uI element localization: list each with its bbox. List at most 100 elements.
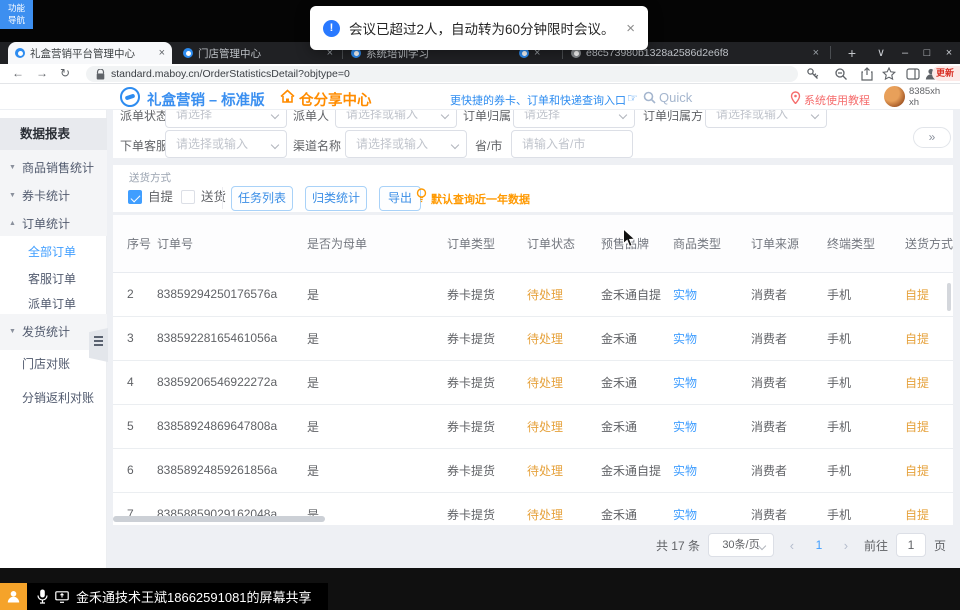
sidebar-item-card-stats[interactable]: ▼券卡统计 (0, 184, 107, 208)
dispatch-status-select[interactable]: 请选择 (165, 110, 287, 128)
window-close-icon[interactable]: × (936, 42, 960, 64)
col-is-parent: 是否为母单 (297, 215, 437, 272)
placeholder: 请选择 (524, 110, 560, 121)
sidebar-item-all-orders[interactable]: 全部订单 (0, 240, 107, 264)
back-icon[interactable]: ← (12, 66, 24, 80)
url-bar[interactable]: standard.maboy.cn/OrderStatisticsDetail?… (86, 66, 798, 82)
sidebar-item-dispatch-orders[interactable]: 派单订单 (0, 292, 107, 316)
filter-row-1: 派单状态 请选择 派单人 请选择或输入 订单归属 请选择 订单归属方 请选择或输… (113, 110, 953, 128)
tab-title: 礼盒营销平台管理中心 (30, 46, 154, 61)
user-avatar[interactable] (884, 86, 905, 107)
cell-order-no: 83858924869647808a (147, 404, 297, 448)
col-terminal-type: 终端类型 (817, 215, 895, 272)
sidebar-item-label: 门店对账 (22, 352, 70, 376)
self-pickup-label[interactable]: 自提 (148, 190, 173, 205)
chrome-update-button[interactable]: 更新 ⋮ (932, 66, 960, 81)
cell-order-no: 83859228165461056a (147, 316, 297, 360)
dispatcher-select[interactable]: 请选择或输入 (335, 110, 457, 128)
cell-product-type[interactable]: 实物 (663, 316, 741, 360)
tutorial-link[interactable]: 系统使用教程 (804, 92, 870, 108)
vertical-scrollbar[interactable] (947, 283, 951, 311)
cell: 是 (297, 404, 437, 448)
horizontal-scrollbar[interactable] (113, 516, 325, 522)
cell-product-type[interactable]: 实物 (663, 448, 741, 492)
filter-label: 派单状态 (120, 110, 168, 124)
filter-label: 渠道名称 (293, 137, 341, 154)
sidebar-item-label: 客服订单 (28, 267, 76, 291)
chevron-up-icon: ▲ (9, 212, 16, 236)
group-stats-button[interactable]: 归类统计 (305, 186, 367, 211)
cell-product-type[interactable]: 实物 (663, 360, 741, 404)
table-row[interactable]: 683858924859261856a是券卡提货待处理金禾通自提实物消费者手机自… (113, 448, 953, 492)
cell-status: 待处理 (517, 492, 591, 525)
forward-icon[interactable]: → (36, 66, 48, 80)
share-icon[interactable] (860, 67, 874, 81)
channel-name-select[interactable]: 请选择或输入 (345, 130, 467, 158)
person-icon (6, 589, 21, 604)
task-list-button[interactable]: 任务列表 (231, 186, 293, 211)
cell-product-type[interactable]: 实物 (663, 404, 741, 448)
current-page[interactable]: 1 (810, 538, 828, 552)
browser-tab-gift-admin[interactable]: 礼盒营销平台管理中心 × (8, 42, 172, 64)
password-key-icon[interactable] (806, 67, 820, 81)
share-center-link[interactable]: 仓分享中心 (299, 89, 372, 110)
order-owner-party-select[interactable]: 请选择或输入 (705, 110, 827, 128)
page-size-select[interactable]: 30条/页 (708, 533, 774, 557)
new-tab-button[interactable]: + (843, 44, 861, 62)
cell-product-type[interactable]: 实物 (663, 492, 741, 525)
next-page-icon[interactable]: › (836, 538, 856, 553)
table-row[interactable]: 583858924869647808a是券卡提货待处理金禾通实物消费者手机自提 (113, 404, 953, 448)
sidebar-collapse-handle[interactable] (89, 328, 108, 362)
col-product-type: 商品类型 (663, 215, 741, 272)
app-logo (120, 87, 140, 107)
delivery-checkbox[interactable] (181, 190, 195, 204)
cell-product-type[interactable]: 实物 (663, 272, 741, 316)
expand-filters-button[interactable]: » (913, 127, 951, 148)
quick-label[interactable]: Quick (659, 90, 692, 105)
placeholder: 请输入省/市 (522, 137, 585, 151)
cell: 6 (113, 448, 147, 492)
sidebar-item-order-stats[interactable]: ▲订单统计 (0, 212, 107, 236)
table-row[interactable]: 283859294250176576a是券卡提货待处理金禾通自提实物消费者手机自… (113, 272, 953, 316)
sidebar-item-rebate-reconcile[interactable]: 分销返利对账 (0, 386, 107, 410)
zoom-out-icon[interactable] (834, 67, 848, 81)
window-menu-icon[interactable]: ∨ (868, 42, 894, 64)
bottom-bar: 金禾通技术王斌18662591081的屏幕共享 (0, 568, 960, 610)
order-owner-select[interactable]: 请选择 (513, 110, 635, 128)
cell: 消费者 (741, 316, 817, 360)
cell: 手机 (817, 316, 895, 360)
cell: 手机 (817, 492, 895, 525)
sidebar-item-service-orders[interactable]: 客服订单 (0, 267, 107, 291)
cell-delivery: 自提 (895, 316, 953, 360)
side-panel-icon[interactable] (906, 67, 920, 81)
lightbulb-icon (416, 188, 427, 203)
toast-close-icon[interactable]: × (626, 20, 635, 37)
mouse-cursor (622, 228, 636, 248)
cell: 手机 (817, 360, 895, 404)
sharer-avatar[interactable] (0, 583, 27, 610)
quick-entry-link[interactable]: 更快捷的券卡、订单和快递查询入口 (450, 92, 626, 108)
reload-icon[interactable]: ↻ (60, 66, 70, 80)
self-pickup-checkbox[interactable] (128, 190, 142, 204)
chevron-down-icon: ▼ (9, 320, 16, 344)
tab-close-icon[interactable]: × (813, 47, 819, 59)
order-agent-select[interactable]: 请选择或输入 (165, 130, 287, 158)
table-row[interactable]: 483859206546922272a是券卡提货待处理金禾通实物消费者手机自提 (113, 360, 953, 404)
goto-page-input[interactable] (896, 533, 926, 557)
chevron-down-icon (451, 141, 459, 149)
sidebar-item-product-sales[interactable]: ▼商品销售统计 (0, 156, 107, 180)
sidebar-item-label: 商品销售统计 (22, 156, 94, 180)
placeholder: 请选择或输入 (356, 137, 428, 151)
cell: 消费者 (741, 448, 817, 492)
export-button[interactable]: 导出 (379, 186, 421, 211)
col-order-status: 订单状态 (517, 215, 591, 272)
function-nav-button[interactable]: 功能 导航 (0, 0, 33, 29)
prev-page-icon[interactable]: ‹ (782, 538, 802, 553)
action-card: 送货方式 自提 送货 任务列表 归类统计 导出 默认查询近一年数据 (113, 165, 953, 212)
table-row[interactable]: 383859228165461056a是券卡提货待处理金禾通实物消费者手机自提 (113, 316, 953, 360)
quick-search-icon[interactable] (643, 91, 656, 104)
tab-close-icon[interactable]: × (159, 47, 165, 59)
province-city-input[interactable]: 请输入省/市 (511, 130, 633, 158)
filter-row-2: 下单客服 请选择或输入 渠道名称 请选择或输入 省/市 请输入省/市 (113, 130, 953, 158)
bookmark-star-icon[interactable] (882, 67, 896, 81)
